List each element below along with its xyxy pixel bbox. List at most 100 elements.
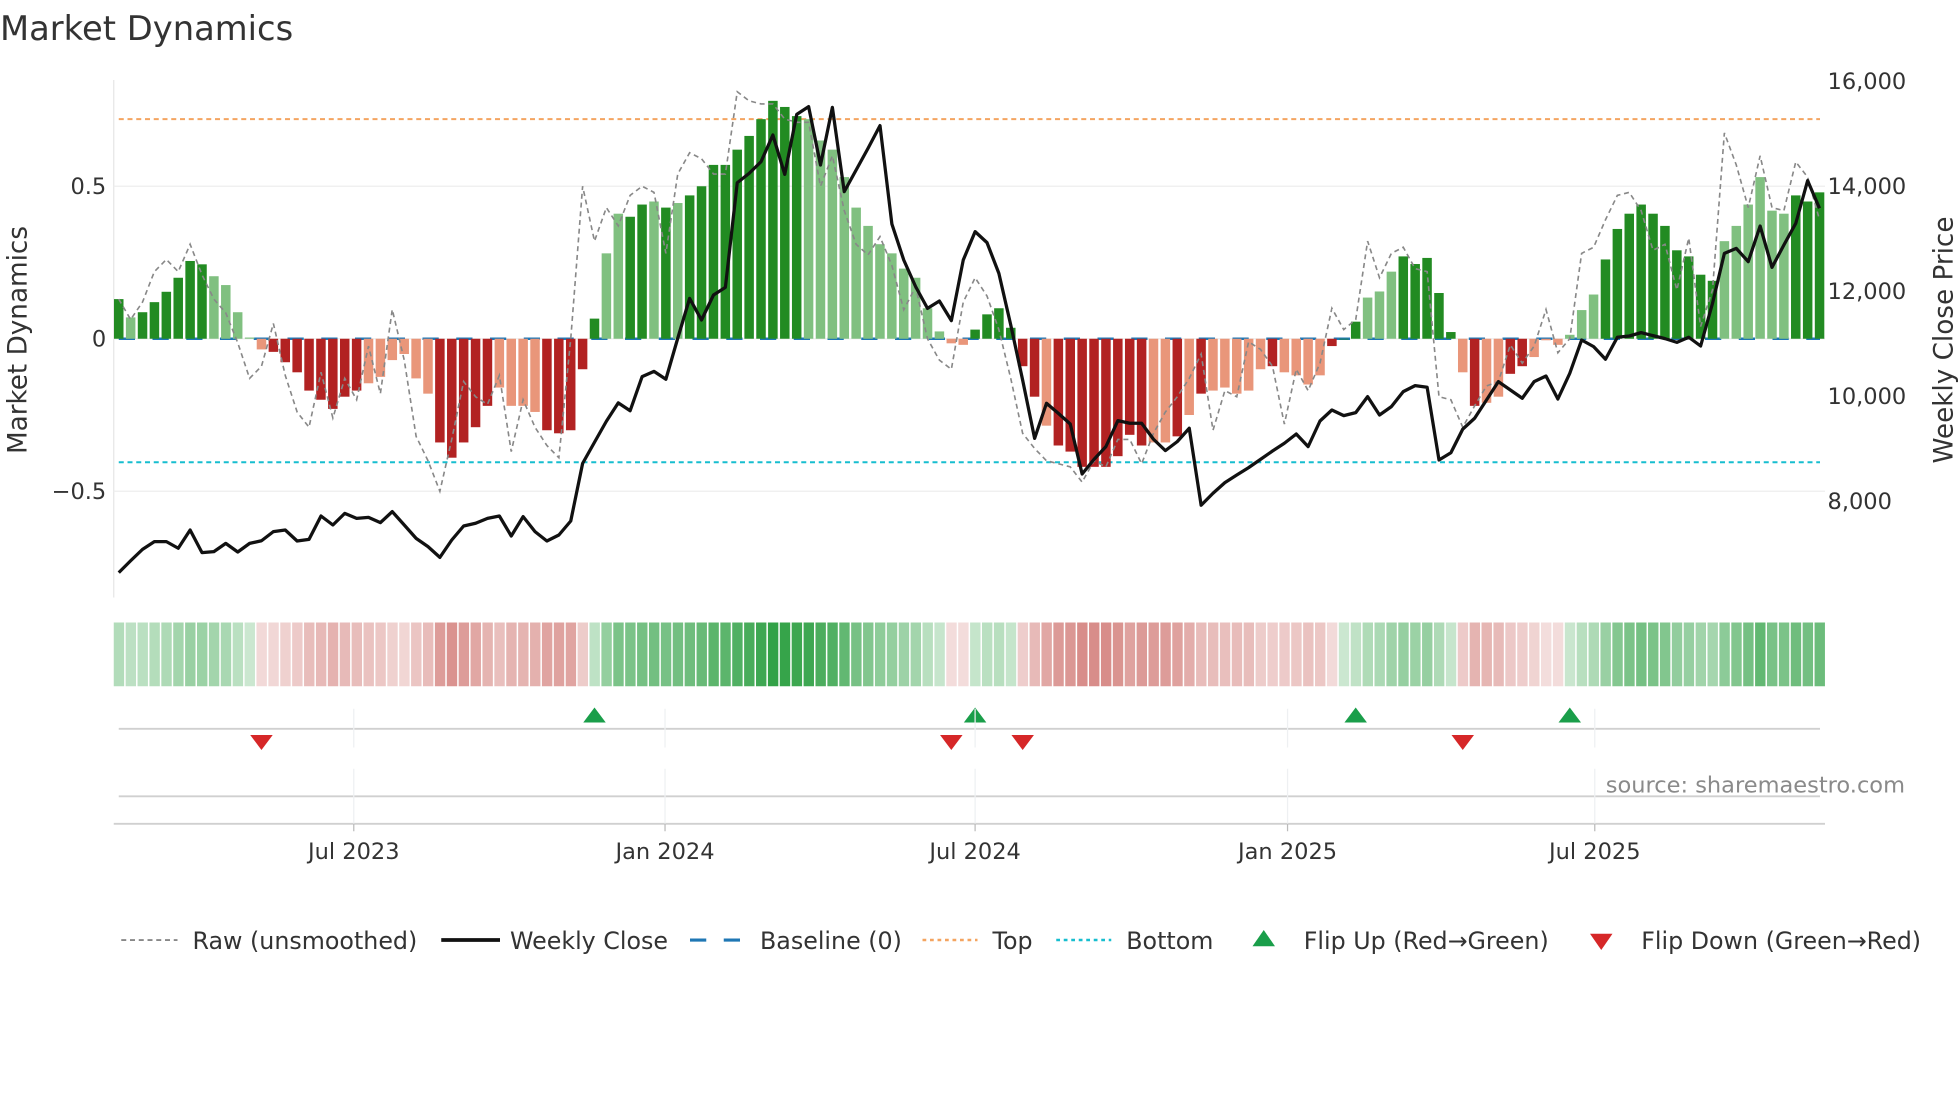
strip-cell — [1457, 622, 1469, 687]
strip-cell — [1517, 622, 1528, 687]
strip-cell — [434, 622, 446, 687]
bar — [1053, 338, 1064, 446]
bar — [1600, 259, 1611, 339]
bar — [577, 338, 588, 370]
bar — [1089, 338, 1099, 467]
y-axis-label: Market Dynamics — [3, 226, 33, 454]
bars — [114, 100, 1825, 467]
legend-item-close[interactable]: Weekly Close — [441, 927, 668, 955]
strip-cell — [1552, 622, 1564, 687]
strip-cell — [173, 622, 184, 687]
flip-up-marker — [1344, 707, 1367, 723]
bar — [458, 338, 469, 443]
regime-strip — [113, 622, 1825, 687]
strip-cell — [1267, 622, 1278, 687]
legend-item-flip-up[interactable]: Flip Up (Red→Green) — [1252, 927, 1549, 955]
strip-cell — [518, 622, 529, 687]
strip-cell — [1505, 622, 1516, 687]
bar — [1648, 213, 1658, 339]
legend-item-bottom[interactable]: Bottom — [1056, 927, 1213, 955]
strip-cell — [1315, 622, 1326, 687]
strip-cell — [815, 622, 826, 687]
strip-cell — [1731, 622, 1742, 687]
strip-cell — [208, 622, 220, 687]
strip-cell — [1755, 622, 1766, 687]
strip-cell — [1588, 622, 1599, 687]
strip-cell — [1778, 622, 1790, 687]
bar — [1588, 294, 1599, 339]
strip-cell — [934, 622, 945, 687]
bar — [1386, 271, 1397, 339]
bar — [1243, 338, 1254, 391]
strip-cell — [946, 622, 957, 687]
bar — [518, 338, 528, 406]
strip-cell — [482, 622, 493, 687]
strip-cell — [1303, 622, 1314, 687]
strip-cell — [791, 622, 803, 687]
bar — [137, 312, 148, 339]
bar — [161, 291, 172, 339]
bar — [565, 338, 576, 431]
strip-cell — [637, 622, 648, 687]
bar — [780, 106, 790, 339]
flip-down-marker — [1011, 735, 1034, 750]
legend-item-top[interactable]: Top — [922, 927, 1033, 955]
strip-cell — [839, 622, 850, 687]
x-tick-label: Jan 2025 — [1236, 839, 1337, 865]
legend-item-raw[interactable]: Raw (unsmoothed) — [121, 927, 417, 955]
bar — [684, 195, 695, 339]
y2-tick-label: 8,000 — [1828, 489, 1892, 515]
bar — [1303, 338, 1313, 385]
bar — [1576, 310, 1587, 339]
strip-cell — [1184, 622, 1195, 687]
bar — [744, 135, 754, 339]
flip-down-marker — [1451, 735, 1474, 750]
legend-raw-label: Raw (unsmoothed) — [193, 927, 418, 955]
bar — [649, 201, 659, 339]
strip-cell — [684, 622, 696, 687]
strip-cell — [470, 622, 481, 687]
strip-cell — [886, 622, 898, 687]
bar — [244, 337, 255, 339]
strip-cell — [613, 622, 624, 687]
bar — [1113, 338, 1123, 457]
legend-item-flip-down[interactable]: Flip Down (Green→Red) — [1590, 927, 1921, 955]
y2-tick-label: 10,000 — [1828, 384, 1907, 410]
strip-cell — [1029, 622, 1040, 687]
strip-cell — [1065, 622, 1076, 687]
chart-title: Market Dynamics — [0, 9, 293, 48]
strip-cell — [981, 622, 993, 687]
strip-cell — [625, 622, 636, 687]
strip-cell — [922, 622, 933, 687]
strip-cell — [1338, 622, 1350, 687]
bar — [1279, 338, 1290, 373]
bar — [542, 338, 552, 431]
strip-cell — [1053, 622, 1064, 687]
strip-cell — [589, 622, 600, 687]
bar — [982, 314, 992, 339]
strip-cell — [220, 622, 232, 687]
strip-cell — [494, 622, 505, 687]
strip-cell — [1362, 622, 1373, 687]
strip-cell — [1469, 622, 1481, 687]
strip-cell — [1077, 622, 1088, 687]
flip-markers — [113, 707, 1825, 825]
strip-cell — [541, 622, 553, 687]
bar — [1755, 177, 1765, 339]
x-tick-label: Jul 2024 — [927, 839, 1021, 865]
strip-cell — [1743, 622, 1754, 687]
strip-cell — [304, 622, 315, 687]
strip-cell — [1636, 622, 1647, 687]
bar — [958, 338, 968, 345]
bar — [1779, 213, 1789, 339]
bar — [1672, 250, 1682, 339]
bar — [1541, 338, 1551, 341]
bar — [1802, 201, 1813, 339]
strip-cell — [1814, 622, 1825, 687]
strip-cell — [197, 622, 208, 687]
strip-cell — [1160, 622, 1171, 687]
strip-cell — [827, 622, 838, 687]
legend-item-baseline[interactable]: Baseline (0) — [690, 927, 902, 955]
bar — [1327, 338, 1337, 347]
bar — [328, 338, 338, 409]
